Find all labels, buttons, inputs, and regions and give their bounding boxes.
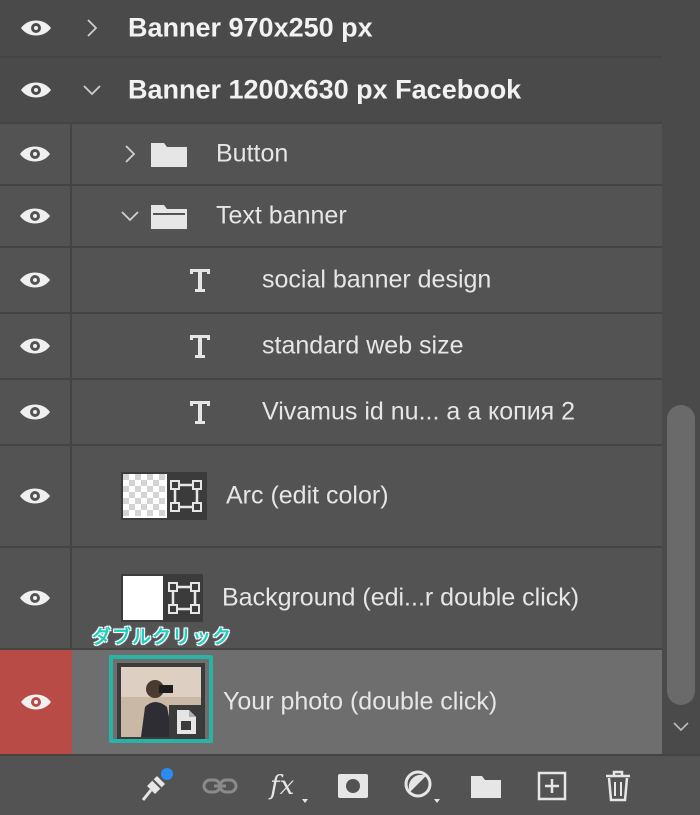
layer-row-text[interactable]: social banner design	[0, 248, 662, 314]
layer-name: Button	[216, 139, 289, 168]
fx-icon: fx	[268, 771, 308, 803]
pin-icon	[141, 767, 173, 801]
eye-icon	[21, 82, 51, 98]
visibility-toggle[interactable]	[0, 650, 72, 754]
layer-name: Banner 1200x630 px Facebook	[128, 74, 522, 105]
layer-row-text[interactable]: Vivamus id nu... a a копия 2	[0, 380, 662, 446]
visibility-toggle[interactable]	[0, 380, 72, 444]
eye-icon	[20, 146, 50, 162]
eye-icon	[21, 20, 51, 36]
visibility-toggle[interactable]	[0, 548, 72, 648]
layer-name: Your photo (double click)	[223, 687, 498, 716]
layer-row-artboard-1200[interactable]: Banner 1200x630 px Facebook	[0, 58, 662, 124]
scrollbar[interactable]	[662, 0, 700, 754]
delete-layer-button[interactable]	[592, 756, 644, 815]
layer-row-button-group[interactable]: Button	[0, 124, 662, 186]
visibility-toggle[interactable]	[0, 446, 72, 546]
folder-icon	[471, 775, 501, 798]
smart-object-badge-icon	[168, 582, 200, 614]
chevron-right-icon[interactable]	[124, 144, 136, 164]
scrollbar-thumb[interactable]	[667, 405, 695, 705]
chevron-down-icon[interactable]	[120, 210, 140, 222]
chevron-down-icon[interactable]	[673, 722, 689, 732]
adjustment-icon	[404, 770, 440, 803]
layer-name: standard web size	[262, 331, 464, 360]
pin-button[interactable]	[128, 756, 180, 815]
layer-row-smart-object[interactable]: Arc (edit color)	[0, 446, 662, 548]
smart-object-badge-icon	[170, 480, 202, 512]
link-icon	[202, 778, 238, 793]
visibility-toggle[interactable]	[0, 314, 72, 378]
visibility-toggle[interactable]	[0, 58, 72, 122]
layer-name: Background (edi...r double click)	[222, 583, 580, 612]
transparency-checker-icon	[123, 474, 167, 518]
visibility-toggle[interactable]	[0, 248, 72, 312]
layer-name: Text banner	[216, 201, 347, 230]
text-layer-icon	[190, 401, 210, 424]
layers-footer-toolbar: fx	[0, 754, 700, 815]
visibility-toggle[interactable]	[0, 0, 72, 56]
layer-row-photo-selected[interactable]: Your photo (double click)	[0, 650, 662, 754]
eye-icon	[20, 404, 50, 420]
eye-icon	[20, 590, 50, 606]
layer-thumbnail[interactable]	[121, 472, 207, 520]
layer-row-text[interactable]: standard web size	[0, 314, 662, 380]
layer-name: Banner 970x250 px	[128, 12, 373, 43]
fx-button[interactable]: fx	[262, 756, 314, 815]
layer-name: Vivamus id nu... a a копия 2	[262, 397, 576, 426]
trash-icon	[606, 770, 630, 801]
text-layer-icon	[190, 269, 210, 292]
adjustment-layer-button[interactable]	[396, 756, 448, 815]
add-mask-button[interactable]	[327, 756, 379, 815]
eye-icon	[20, 338, 50, 354]
white-fill-swatch	[123, 576, 163, 620]
visibility-toggle[interactable]	[0, 124, 72, 184]
eye-icon	[20, 272, 50, 288]
double-click-annotation: ダブルクリック	[92, 627, 233, 648]
layer-thumbnail[interactable]	[121, 574, 203, 622]
link-layers-button[interactable]	[194, 756, 246, 815]
eye-icon	[21, 694, 51, 710]
chevron-down-icon[interactable]	[82, 84, 102, 96]
new-layer-icon	[537, 771, 567, 800]
double-click-highlight-box	[109, 655, 213, 743]
visibility-toggle[interactable]	[0, 186, 72, 246]
text-layer-icon	[190, 335, 210, 358]
layer-row-text-banner-group[interactable]: Text banner	[0, 186, 662, 248]
mask-icon	[338, 773, 368, 798]
layer-name: social banner design	[262, 265, 492, 294]
folder-icon	[151, 143, 187, 167]
layer-row-artboard-970[interactable]: Banner 970x250 px	[0, 0, 662, 58]
folder-open-icon	[151, 205, 187, 229]
chevron-right-icon[interactable]	[86, 18, 98, 38]
layer-name: Arc (edit color)	[226, 481, 389, 510]
new-layer-button[interactable]	[526, 756, 578, 815]
svg-text:fx: fx	[268, 771, 295, 801]
new-group-button[interactable]	[460, 756, 512, 815]
eye-icon	[20, 208, 50, 224]
eye-icon	[20, 488, 50, 504]
